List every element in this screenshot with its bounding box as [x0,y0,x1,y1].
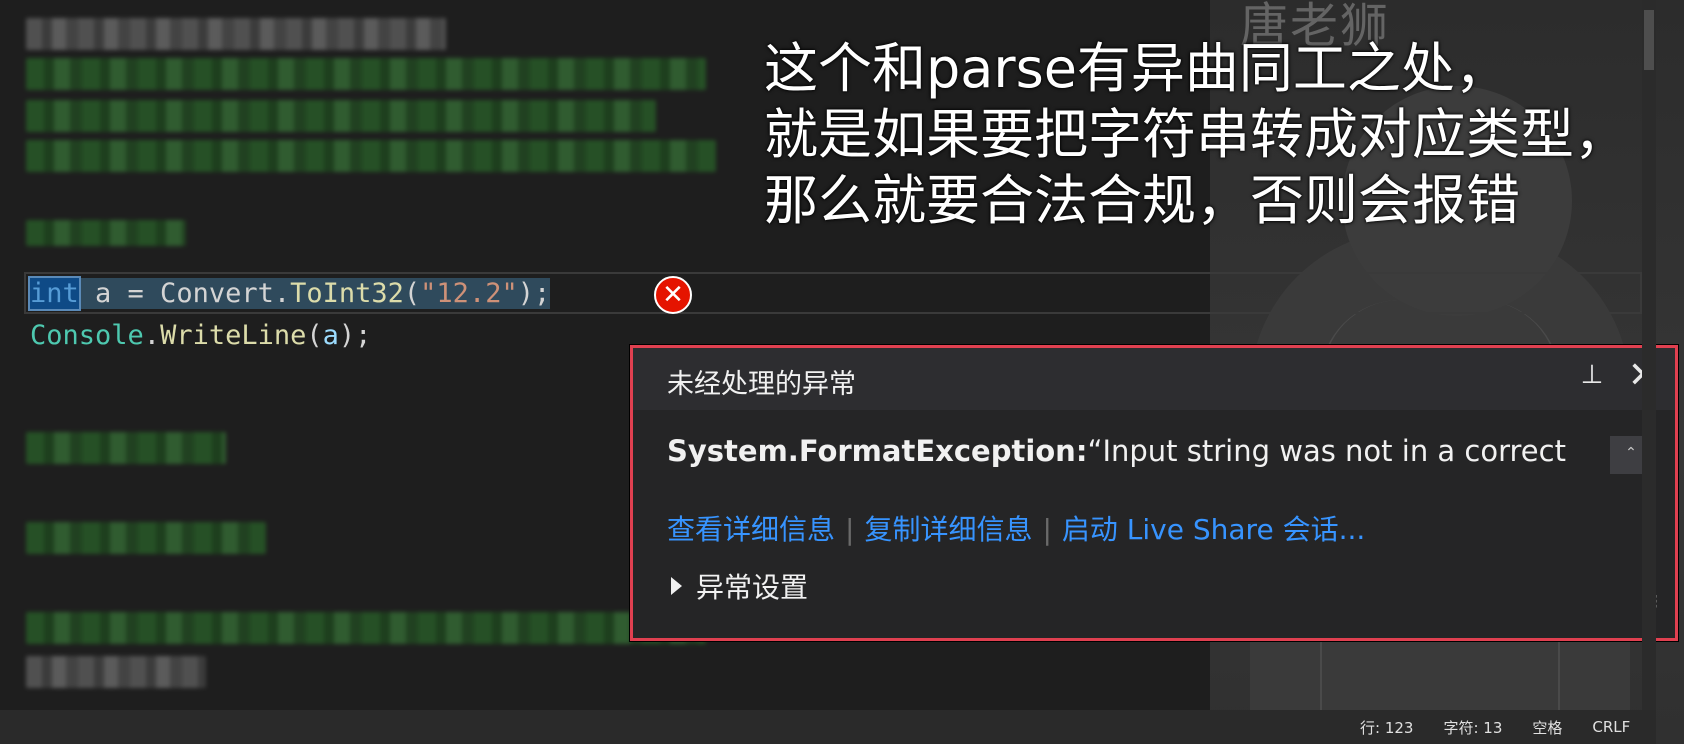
status-char-number[interactable]: 字符: 13 [1443,717,1502,738]
blurred-code-line [26,18,446,50]
exception-settings-label: 异常设置 [696,571,809,604]
code-line-convert[interactable]: int a = Convert.ToInt32("12.2"); [28,274,551,314]
code-method: WriteLine [160,320,307,351]
pin-icon[interactable]: ⊥ [1577,360,1607,394]
blurred-code-line [26,220,186,246]
blurred-code-line [26,100,656,132]
blurred-code-line [26,612,706,644]
subtitle-line-2: 就是如果要把字符串转成对应类型， [764,103,1628,166]
error-icon[interactable]: ✕ [654,276,692,314]
expand-triangle-icon [671,577,682,595]
copy-details-link[interactable]: 复制详细信息 [864,513,1032,546]
link-separator: | [1042,513,1052,546]
code-class: Console [30,320,144,351]
blurred-code-line [26,58,706,90]
exception-settings-toggle[interactable]: 异常设置 [671,566,808,606]
code-text: a = Convert. [78,278,291,309]
code-paren: ( [403,278,421,309]
subtitle-line-3: 那么就要合法合规，否则会报错 [764,169,1520,232]
code-string-literal: "12.2" [420,278,518,309]
status-whitespace[interactable]: 空格 [1532,717,1562,738]
exception-type: System.FormatException: [667,434,1088,468]
status-line-ending[interactable]: CRLF [1592,718,1630,736]
code-method: ToInt32 [290,278,404,309]
code-dot: . [143,320,161,351]
vertical-scrollbar-thumb[interactable] [1644,10,1654,70]
blurred-code-line [26,656,206,688]
view-details-link[interactable]: 查看详细信息 [667,513,835,546]
code-keyword-int: int [28,276,81,311]
editor-status-bar: 行: 123 字符: 13 空格 CRLF [1360,710,1630,744]
code-paren: ( [306,320,323,351]
link-separator: | [845,513,855,546]
blurred-code-line [26,522,266,554]
live-share-link[interactable]: 启动 Live Share 会话... [1062,513,1365,546]
code-variable: a [322,320,339,351]
subtitle-line-1: 这个和parse有异曲同工之处， [764,37,1509,100]
popup-links: 查看详细信息 | 复制详细信息 | 启动 Live Share 会话... [667,508,1365,548]
blurred-code-line [26,432,226,464]
blurred-code-line [26,140,716,172]
code-close: ); [338,320,372,351]
video-subtitle: 这个和parse有异曲同工之处， 就是如果要把字符串转成对应类型， 那么就要合法… [764,36,1628,234]
exception-text: “Input string was not in a correct [1087,434,1566,468]
popup-title: 未经处理的异常 [667,369,856,400]
exception-message: System.FormatException:“Input string was… [667,434,1566,468]
status-line-number[interactable]: 行: 123 [1360,717,1413,738]
exception-popup: 未经处理的异常 ⊥ ✕ System.FormatException:“Inpu… [630,345,1678,641]
vertical-scrollbar[interactable] [1642,0,1656,710]
code-close: ); [517,278,551,309]
code-line-writeline[interactable]: Console.WriteLine(a); [30,316,371,356]
